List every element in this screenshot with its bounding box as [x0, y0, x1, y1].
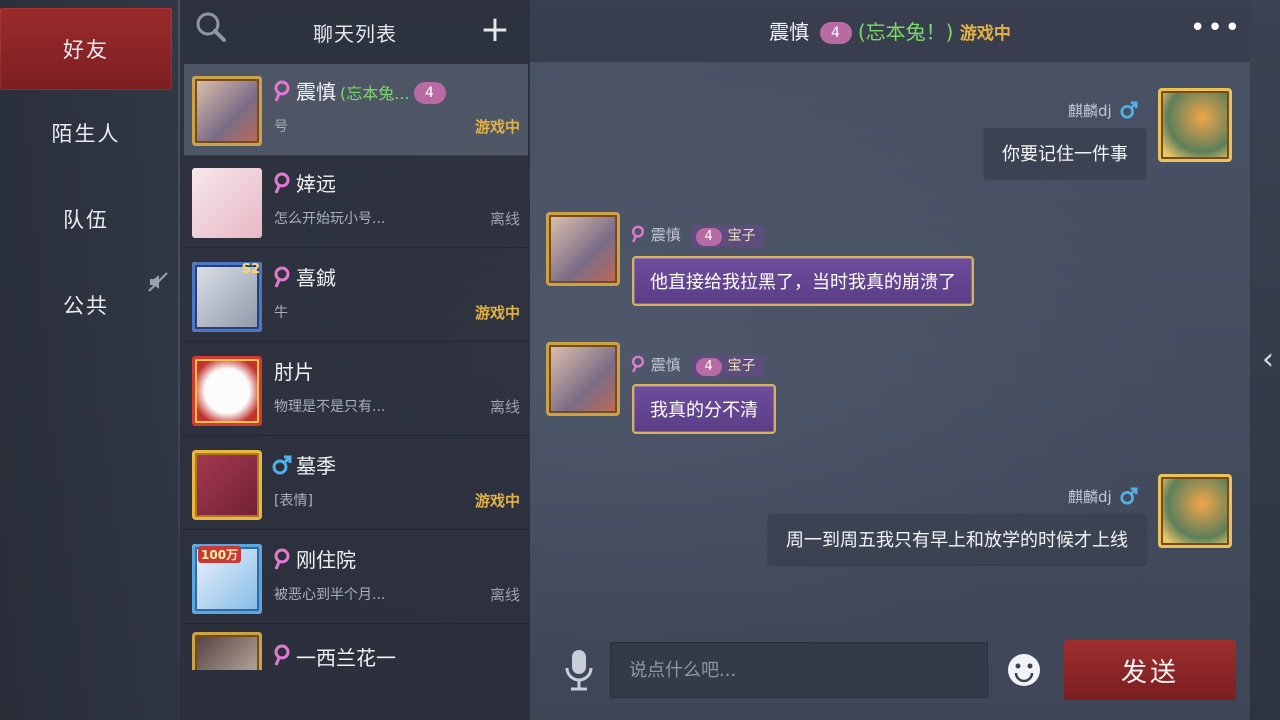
tab-friends[interactable]: 好友 [0, 8, 172, 90]
avatar [192, 632, 262, 670]
send-button[interactable]: 发送 [1064, 640, 1236, 700]
message-bubble: 他直接给我拉黑了，当时我真的崩溃了 [632, 256, 974, 306]
last-message-preview: 号 [274, 119, 288, 135]
contact-name: 肘片 [274, 360, 314, 384]
mute-icon [148, 272, 168, 292]
last-message-preview: 物理是不是只有... [274, 399, 386, 415]
avatar: 100万 [192, 544, 262, 614]
last-message-preview: [表情] [274, 493, 313, 509]
female-icon [274, 80, 290, 102]
chat-list-header: 聊天列表 + [180, 0, 530, 62]
search-icon[interactable] [194, 10, 228, 44]
sender-name: 麒麟dj [1068, 488, 1112, 506]
contact-name: 震慎 [296, 80, 336, 104]
title-badge: 4 宝子 [691, 355, 764, 377]
avatar-badge: 100万 [198, 546, 242, 563]
online-status: 游戏中 [474, 492, 520, 510]
tab-strangers[interactable]: 陌生人 [0, 92, 172, 174]
message-bubble: 你要记住一件事 [984, 128, 1146, 178]
chat-list-item[interactable]: 婞远 怎么开始玩小号... 离线 [184, 156, 528, 248]
female-icon [274, 266, 290, 288]
contact-remark: (忘本兔... [340, 84, 410, 103]
message-input[interactable] [610, 642, 988, 698]
avatar [192, 450, 262, 520]
female-icon [632, 355, 644, 373]
male-icon [1120, 101, 1139, 119]
avatar: S2 [192, 262, 262, 332]
online-status: 游戏中 [474, 304, 520, 322]
contact-name: 墓季 [296, 454, 336, 478]
emoji-icon[interactable] [1006, 652, 1042, 688]
contact-name: 喜鋮 [296, 266, 336, 290]
title-badge: 4 宝子 [691, 225, 764, 247]
message-bubble: 我真的分不清 [632, 384, 776, 434]
intimacy-badge: 4 [819, 22, 852, 44]
more-icon[interactable]: ••• [1190, 15, 1240, 44]
category-tabs: 好友 陌生人 队伍 公共 [0, 0, 178, 720]
chat-list-panel: 聊天列表 + 震慎 (忘本兔... 4 号 游戏中 婞远 怎么开始玩小号... 离线… [180, 0, 530, 720]
sender-name: 麒麟dj [1068, 102, 1112, 120]
avatar-badge: S2 [241, 262, 260, 277]
chat-contact-status: 游戏中 [959, 24, 1011, 44]
online-status: 游戏中 [474, 118, 520, 136]
chat-list-item[interactable]: S2 喜鋮 牛 游戏中 [184, 250, 528, 342]
chat-list-item[interactable]: 墓季 [表情] 游戏中 [184, 438, 528, 530]
sender-name: 震慎 [650, 226, 681, 244]
intimacy-badge: 4 [413, 82, 446, 104]
chat-title: 震慎 4 (忘本兔！) 游戏中 [530, 16, 1250, 45]
chat-list-item[interactable]: 100万 刚住院 被恶心到半个月... 离线 [184, 532, 528, 624]
contact-name: 婞远 [296, 172, 336, 196]
last-message-preview: 怎么开始玩小号... [274, 211, 386, 227]
avatar [546, 212, 620, 286]
online-status: 离线 [489, 210, 520, 228]
female-icon [274, 172, 290, 194]
contact-name: 刚住院 [296, 548, 356, 572]
female-icon [632, 225, 644, 243]
avatar [192, 356, 262, 426]
female-icon [274, 644, 290, 666]
last-message-preview: 牛 [274, 305, 288, 321]
chat-header: 震慎 4 (忘本兔！) 游戏中 ••• [530, 0, 1250, 62]
avatar [1158, 88, 1232, 162]
avatar [1158, 474, 1232, 548]
male-icon [272, 455, 292, 475]
plus-icon[interactable]: + [478, 12, 512, 48]
chat-list-title: 聊天列表 [313, 22, 397, 46]
online-status: 离线 [489, 398, 520, 416]
chat-list-item[interactable]: 震慎 (忘本兔... 4 号 游戏中 [184, 64, 528, 156]
message-bubble: 周一到周五我只有早上和放学的时候才上线 [768, 514, 1146, 564]
online-status: 离线 [489, 586, 520, 604]
chat-contact-remark: (忘本兔！) [857, 20, 954, 44]
avatar [192, 168, 262, 238]
tab-team[interactable]: 队伍 [0, 178, 172, 260]
chat-panel: 震慎 4 (忘本兔！) 游戏中 ••• 麒麟dj 你要记住一件事 震慎 4 宝子 … [530, 0, 1250, 720]
male-icon [1120, 487, 1139, 505]
chevron-left-icon[interactable]: ‹ [1258, 340, 1278, 380]
sender-name: 震慎 [650, 356, 681, 374]
mic-icon[interactable] [562, 648, 596, 692]
chat-list-item[interactable]: 一西兰花一 [184, 626, 528, 670]
chat-contact-name: 震慎 [769, 20, 810, 44]
contact-name: 一西兰花一 [296, 646, 396, 670]
last-message-preview: 被恶心到半个月... [274, 587, 386, 603]
female-icon [274, 548, 290, 570]
avatar [546, 342, 620, 416]
avatar [192, 76, 262, 146]
chat-list-item[interactable]: 肘片 物理是不是只有... 离线 [184, 344, 528, 436]
